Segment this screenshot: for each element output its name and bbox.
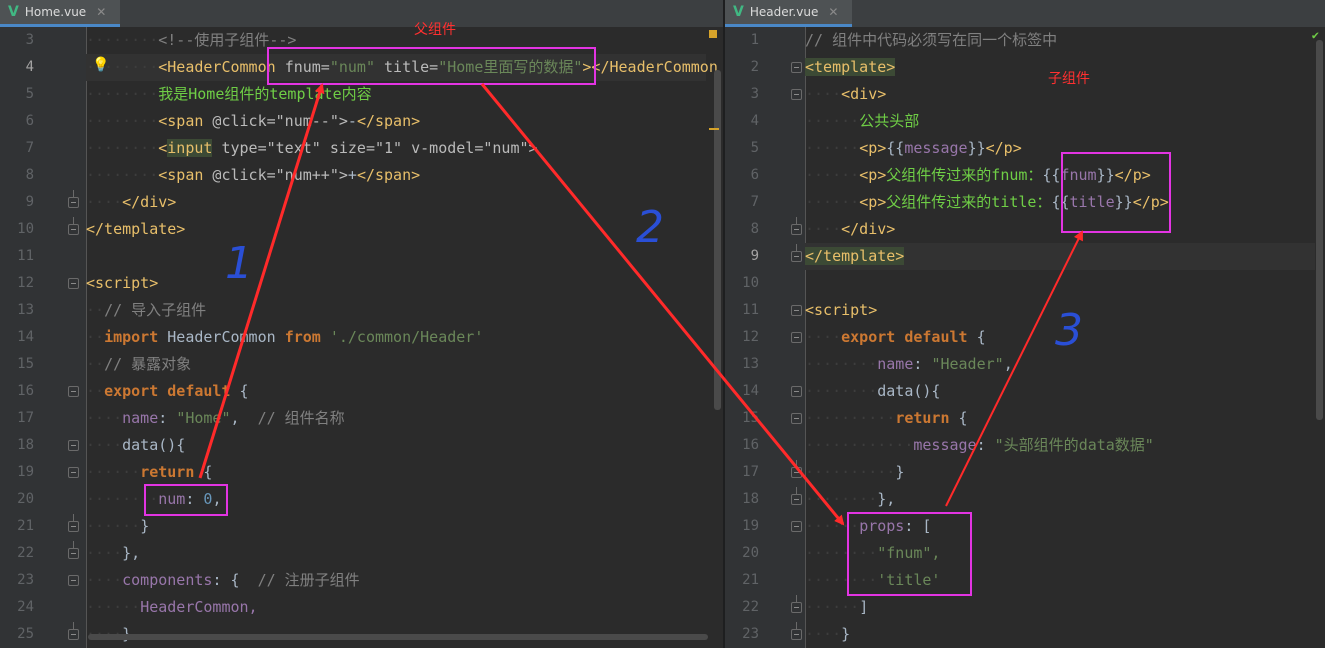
annotation-arrows [198, 83, 1083, 526]
arrow-step-2 [480, 83, 845, 526]
arrow-step-1 [198, 83, 325, 479]
arrow-step-3 [945, 230, 1083, 507]
